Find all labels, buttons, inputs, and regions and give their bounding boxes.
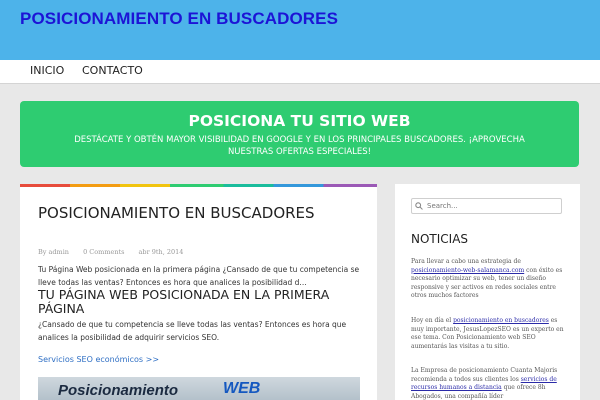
site-title[interactable]: POSICIONAMIENTO EN BUSCADORES	[20, 9, 338, 29]
promo-banner: POSICIONA TU SITIO WEB DESTÁCATE Y OBTÉN…	[20, 101, 579, 167]
banner-subtitle: DESTÁCATE Y OBTÉN MAYOR VISIBILIDAD EN G…	[74, 135, 525, 157]
news-widget-title: NOTICIAS	[411, 232, 469, 246]
news-text: Hoy en día el	[411, 317, 454, 324]
nav-item-inicio[interactable]: INICIO	[30, 64, 64, 77]
post-comments[interactable]: 0 Comments	[83, 248, 124, 256]
nav-item-contacto[interactable]: CONTACTO	[82, 64, 143, 77]
news-text: Para llevar a cabo una estrategia de	[411, 258, 521, 265]
seo-services-link[interactable]: Servicios SEO económicos >>	[38, 355, 159, 364]
post-title[interactable]: POSICIONAMIENTO EN BUSCADORES	[38, 205, 358, 222]
post-image-web: WEB	[223, 380, 261, 397]
news-link[interactable]: posicionamiento-web-salamanca.com	[411, 267, 524, 274]
color-stripe	[20, 184, 377, 187]
post-image-word: Posicionamiento	[58, 382, 179, 399]
search-input[interactable]	[411, 198, 562, 214]
banner-title: POSICIONA TU SITIO WEB	[188, 112, 411, 130]
sidebar: NOTICIAS Para llevar a cabo una estrateg…	[395, 184, 580, 400]
site-header: POSICIONAMIENTO EN BUSCADORES	[0, 0, 600, 60]
post-author[interactable]: By admin	[38, 248, 69, 256]
news-item: Hoy en día el posicionamiento en buscado…	[411, 317, 566, 351]
post-excerpt: Tu Página Web posicionada en la primera …	[38, 265, 360, 287]
post-body: ¿Cansado de que tu competencia se lleve …	[38, 320, 347, 342]
post-heading: TU PÁGINA WEB POSICIONADA EN LA PRIMERA …	[38, 287, 330, 316]
post-image: Posicionamiento WEB	[38, 377, 360, 400]
post-meta: By admin 0 Comments abr 9th, 2014	[38, 248, 183, 256]
post-date: abr 9th, 2014	[138, 248, 184, 256]
news-item: La Empresa de posicionamiento Cuanta Maj…	[411, 367, 566, 400]
main-nav: INICIO CONTACTO	[0, 60, 600, 84]
news-item: Para llevar a cabo una estrategia de pos…	[411, 258, 566, 301]
news-link[interactable]: posicionamiento en buscadores	[453, 317, 549, 324]
search-icon	[415, 202, 423, 210]
main-content: POSICIONAMIENTO EN BUSCADORES By admin 0…	[20, 184, 377, 400]
